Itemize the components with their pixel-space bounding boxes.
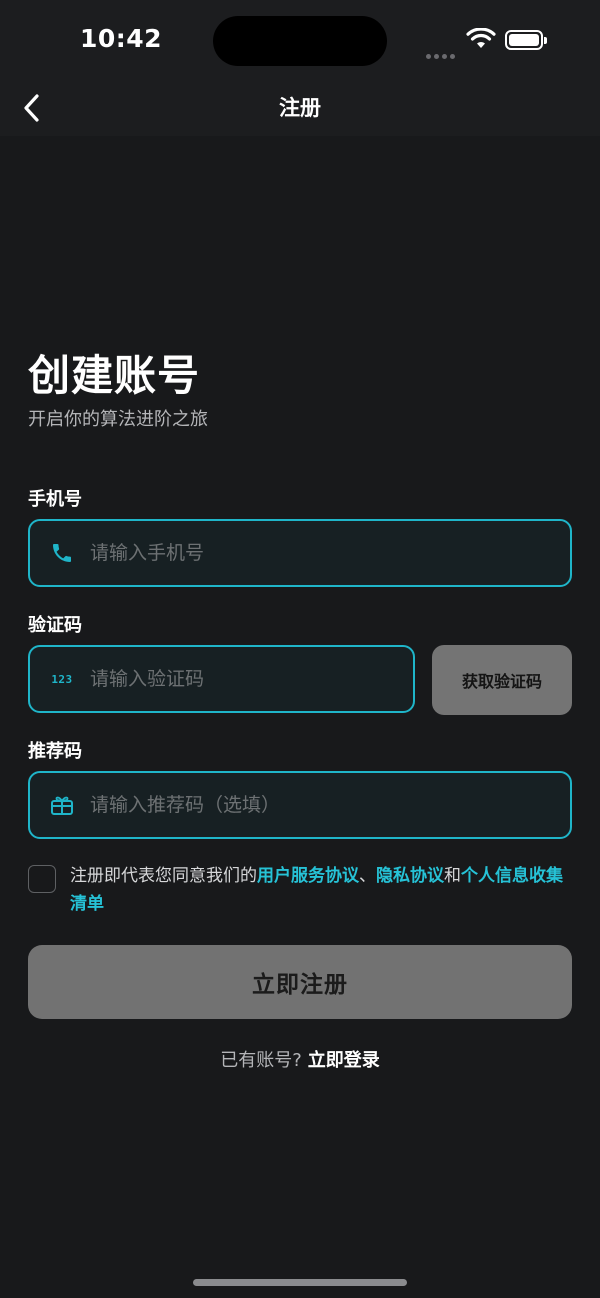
status-time: 10:42 bbox=[80, 24, 163, 53]
referral-input[interactable] bbox=[90, 773, 570, 837]
terms-link[interactable]: 用户服务协议 bbox=[257, 866, 359, 886]
battery-icon bbox=[505, 30, 547, 50]
login-question: 已有账号? bbox=[220, 1050, 302, 1071]
referral-field bbox=[28, 771, 572, 839]
page-title: 创建账号 bbox=[28, 351, 201, 400]
register-screen: 10:42 注册 创建账号 开启你的算法进阶之旅 手机号 验证码 bbox=[0, 0, 600, 1298]
signal-icon bbox=[426, 44, 458, 63]
home-indicator[interactable] bbox=[193, 1279, 407, 1286]
agreement-separator: 、 bbox=[359, 866, 376, 886]
gift-icon bbox=[30, 773, 90, 837]
phone-field bbox=[28, 519, 572, 587]
phone-icon bbox=[30, 521, 90, 585]
nav-title: 注册 bbox=[279, 96, 321, 120]
navigation-bar: 注册 bbox=[0, 80, 600, 136]
status-bar: 10:42 bbox=[0, 0, 600, 80]
dynamic-island bbox=[213, 16, 387, 66]
privacy-link[interactable]: 隐私协议 bbox=[376, 866, 444, 886]
referral-label: 推荐码 bbox=[28, 741, 82, 762]
phone-input[interactable] bbox=[90, 521, 570, 585]
login-prompt: 已有账号? 立即登录 bbox=[0, 1046, 600, 1072]
agreement-checkbox[interactable] bbox=[28, 865, 56, 893]
phone-label: 手机号 bbox=[28, 489, 82, 510]
agreement-prefix: 注册即代表您同意我们的 bbox=[70, 866, 257, 886]
register-button[interactable]: 立即注册 bbox=[28, 945, 572, 1019]
code-label: 验证码 bbox=[28, 615, 82, 636]
code-field: 123 bbox=[28, 645, 415, 713]
login-link[interactable]: 立即登录 bbox=[308, 1050, 380, 1071]
get-code-button[interactable]: 获取验证码 bbox=[432, 645, 572, 715]
agreement-and: 和 bbox=[444, 866, 461, 886]
page-subtitle: 开启你的算法进阶之旅 bbox=[28, 409, 208, 430]
agreement-text: 注册即代表您同意我们的用户服务协议、隐私协议和个人信息收集清单 bbox=[70, 862, 576, 918]
numeric-123-icon: 123 bbox=[51, 672, 73, 686]
code-input[interactable] bbox=[90, 647, 413, 711]
wifi-icon bbox=[466, 28, 496, 48]
